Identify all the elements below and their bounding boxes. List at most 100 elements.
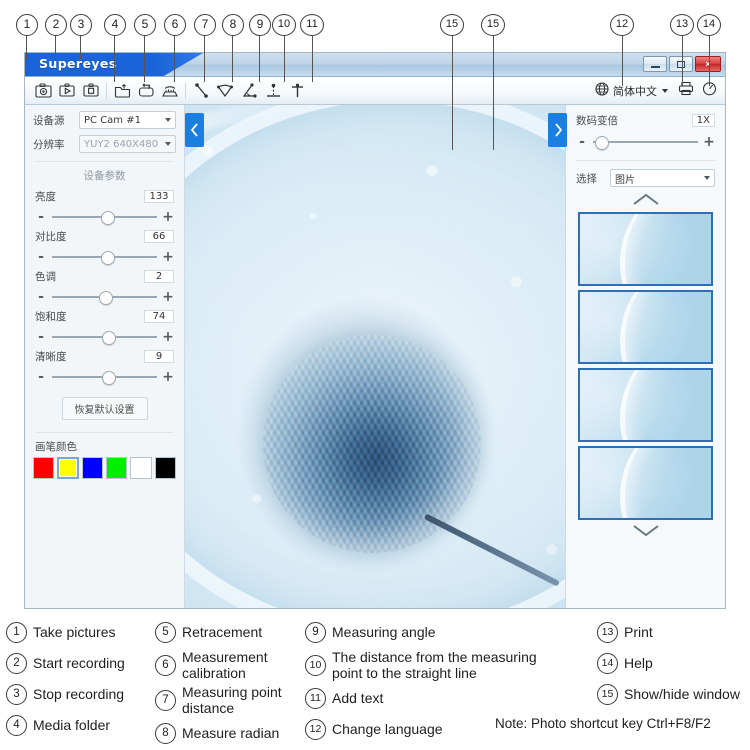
legend-item: 7 Measuring point distance bbox=[155, 684, 305, 716]
camera-icon[interactable] bbox=[32, 80, 54, 102]
saturation-decrease-button[interactable]: - bbox=[35, 330, 47, 344]
legend-label: Stop recording bbox=[33, 686, 125, 702]
hide-right-panel-button[interactable] bbox=[548, 113, 567, 147]
zoom-increase-button[interactable]: + bbox=[703, 135, 715, 149]
thumbnail-item[interactable] bbox=[578, 368, 713, 442]
chevron-up-icon bbox=[632, 193, 659, 205]
legend-number: 5 bbox=[155, 621, 176, 643]
digital-zoom-row: 数码变倍 1X bbox=[566, 105, 725, 128]
sharpness-decrease-button[interactable]: - bbox=[35, 370, 47, 384]
device-source-select[interactable]: PC Cam #1 bbox=[79, 111, 176, 129]
thumbnail-item[interactable] bbox=[578, 290, 713, 364]
help-icon[interactable] bbox=[702, 81, 717, 101]
slider-thumb[interactable] bbox=[595, 136, 610, 150]
resolution-select[interactable]: YUY2 640X480 bbox=[79, 135, 176, 153]
saturation-increase-button[interactable]: + bbox=[162, 330, 174, 344]
slider-thumb[interactable] bbox=[101, 331, 116, 345]
pen-color-blue[interactable] bbox=[81, 457, 104, 479]
legend-item: 4 Media folder bbox=[6, 711, 156, 739]
callout-5: 5 bbox=[134, 14, 156, 36]
maximize-button[interactable] bbox=[669, 56, 693, 72]
restore-defaults-button[interactable]: 恢复默认设置 bbox=[61, 397, 148, 420]
saturation-control: 饱和度 74 - + bbox=[25, 305, 184, 345]
thumbnails-scroll-up-button[interactable] bbox=[566, 187, 725, 212]
thumbnails-scroll-down-button[interactable] bbox=[566, 520, 725, 543]
callout-10: 10 bbox=[272, 14, 296, 36]
device-source-label: 设备源 bbox=[33, 114, 65, 127]
chevron-left-icon bbox=[190, 123, 198, 137]
legend-label: Media folder bbox=[33, 717, 111, 733]
hue-decrease-button[interactable]: - bbox=[35, 290, 47, 304]
slider-thumb[interactable] bbox=[98, 291, 113, 305]
legend-number: 14 bbox=[597, 652, 618, 674]
callout-4: 4 bbox=[104, 14, 126, 36]
language-selector-label[interactable]: 简体中文 bbox=[613, 83, 657, 99]
brightness-increase-button[interactable]: + bbox=[162, 210, 174, 224]
thumbnail-item[interactable] bbox=[578, 446, 713, 520]
legend-column-1: 1 Take pictures 2 Start recording 3 Stop… bbox=[6, 618, 156, 742]
legend-label: Show/hide window bbox=[624, 686, 740, 702]
callout-13: 13 bbox=[670, 14, 694, 36]
pen-color-white[interactable] bbox=[130, 457, 152, 479]
pen-color-green[interactable] bbox=[106, 457, 128, 479]
retracement-icon[interactable] bbox=[135, 80, 157, 102]
contrast-decrease-button[interactable]: - bbox=[35, 250, 47, 264]
legend-number: 8 bbox=[155, 722, 176, 744]
slider-thumb[interactable] bbox=[100, 211, 115, 225]
chevron-down-icon bbox=[704, 176, 710, 180]
device-source-row: 设备源 PC Cam #1 bbox=[25, 105, 184, 129]
pen-color-black[interactable] bbox=[154, 457, 177, 479]
stop-recording-icon[interactable] bbox=[80, 80, 102, 102]
zoom-decrease-button[interactable]: - bbox=[576, 135, 588, 149]
callout-15b: 15 bbox=[481, 14, 505, 36]
contrast-slider[interactable] bbox=[52, 251, 157, 265]
legend-item: 1 Take pictures bbox=[6, 618, 156, 646]
legend-number: 9 bbox=[305, 621, 326, 643]
legend-item: 15 Show/hide window bbox=[597, 680, 747, 708]
callout-12: 12 bbox=[610, 14, 634, 36]
hue-increase-button[interactable]: + bbox=[162, 290, 174, 304]
media-type-value: 图片 bbox=[615, 174, 635, 186]
brightness-slider[interactable] bbox=[52, 211, 157, 225]
saturation-slider[interactable] bbox=[52, 331, 157, 345]
contrast-value: 66 bbox=[144, 230, 174, 243]
resolution-value: YUY2 640X480 bbox=[84, 138, 159, 150]
sharpness-control: 清晰度 9 - + bbox=[25, 345, 184, 385]
thumbnail-item[interactable] bbox=[578, 212, 713, 286]
callout-15a: 15 bbox=[440, 14, 464, 36]
toolbar-right-group: 简体中文 bbox=[595, 77, 717, 105]
point-distance-icon[interactable] bbox=[190, 80, 212, 102]
callout-7: 7 bbox=[194, 14, 216, 36]
point-to-line-distance-icon[interactable] bbox=[262, 80, 284, 102]
pen-color-red[interactable] bbox=[33, 457, 55, 479]
callout-11: 11 bbox=[300, 14, 324, 36]
slider-thumb[interactable] bbox=[101, 371, 116, 385]
hide-left-panel-button[interactable] bbox=[185, 113, 204, 147]
sharpness-slider[interactable] bbox=[52, 371, 157, 385]
measurement-calibration-icon[interactable] bbox=[159, 80, 181, 102]
start-recording-icon[interactable] bbox=[56, 80, 78, 102]
pen-color-yellow[interactable] bbox=[57, 457, 79, 479]
measure-radian-icon[interactable] bbox=[214, 80, 236, 102]
printer-icon[interactable] bbox=[678, 81, 694, 101]
add-text-icon[interactable] bbox=[286, 80, 308, 102]
hue-slider[interactable] bbox=[52, 291, 157, 305]
slider-thumb[interactable] bbox=[100, 251, 115, 265]
hue-control: 色调 2 - + bbox=[25, 265, 184, 305]
contrast-increase-button[interactable]: + bbox=[162, 250, 174, 264]
brightness-value: 133 bbox=[144, 190, 174, 203]
legend-item: 10 The distance from the measuring point… bbox=[305, 649, 580, 681]
digital-zoom-slider[interactable] bbox=[593, 136, 698, 150]
sharpness-increase-button[interactable]: + bbox=[162, 370, 174, 384]
chevron-down-icon[interactable] bbox=[662, 89, 668, 93]
legend-item: 13 Print bbox=[597, 618, 747, 646]
pen-color-swatches bbox=[25, 457, 184, 479]
minimize-button[interactable] bbox=[643, 56, 667, 72]
close-button[interactable]: × bbox=[695, 56, 721, 72]
globe-icon[interactable] bbox=[595, 81, 609, 101]
media-type-select[interactable]: 图片 bbox=[610, 169, 715, 187]
brightness-decrease-button[interactable]: - bbox=[35, 210, 47, 224]
media-folder-icon[interactable] bbox=[111, 80, 133, 102]
legend-label: Change language bbox=[332, 721, 443, 737]
measuring-angle-icon[interactable] bbox=[238, 80, 260, 102]
